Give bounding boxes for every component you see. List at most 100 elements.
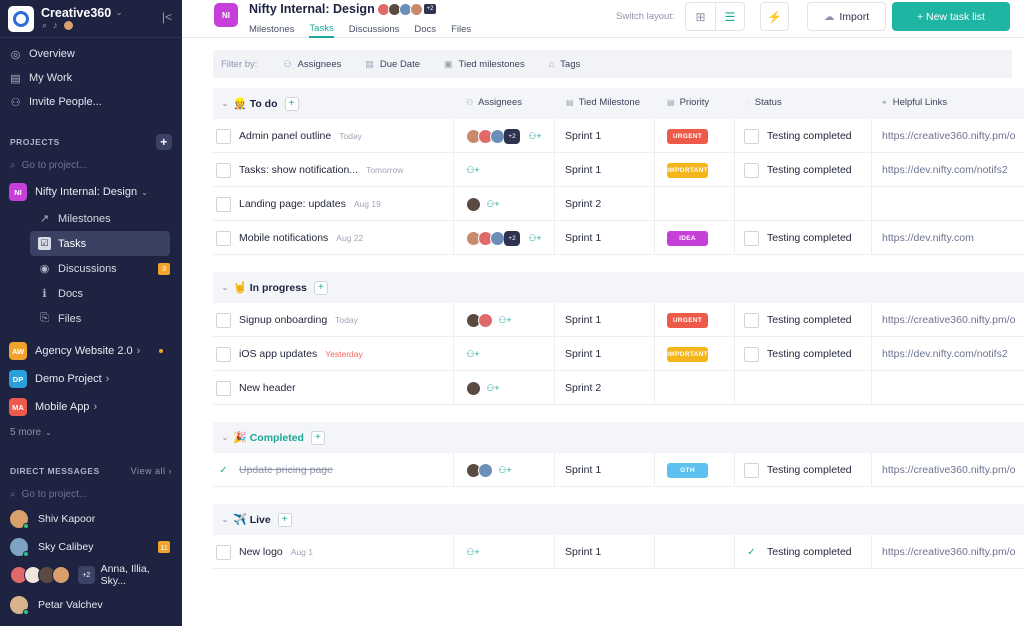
task-checkbox[interactable] — [216, 346, 231, 362]
avatar-more-count[interactable]: +2 — [504, 128, 520, 144]
sidebar-project-dp[interactable]: DP Demo Project › — [0, 365, 182, 393]
status-checkbox[interactable] — [744, 346, 759, 362]
avatar[interactable] — [490, 230, 505, 246]
new-task-list-button[interactable]: + New task list — [892, 2, 1010, 31]
add-assignee-icon[interactable]: ⚇+ — [498, 463, 512, 477]
current-project[interactable]: NI Nifty Internal: Design ⌄ — [0, 178, 182, 206]
column-header-milestone[interactable]: ▤ Tied Milestone — [566, 97, 640, 108]
task-name[interactable]: Admin panel outline — [239, 130, 331, 142]
more-projects-link[interactable]: 5 more ⌄ — [0, 421, 182, 443]
avatar-more-count[interactable]: +2 — [504, 230, 520, 246]
helpful-link[interactable]: https://dev.nifty.com — [882, 232, 974, 244]
automation-icon[interactable]: ⚡ — [760, 2, 789, 31]
task-row[interactable]: iOS app updates Yesterday ⚇+ Sprint 1 IMPORT… — [213, 337, 1024, 371]
task-checkbox[interactable] — [216, 312, 231, 328]
milestone-cell[interactable]: Sprint 1 — [565, 337, 601, 371]
add-assignee-icon[interactable]: ⚇+ — [528, 231, 542, 245]
status-checkbox[interactable] — [744, 462, 759, 478]
sidebar-item-overview[interactable]: ◎ Overview — [0, 42, 182, 66]
task-name[interactable]: Signup onboarding — [239, 314, 327, 326]
task-name[interactable]: New logo — [239, 546, 283, 558]
add-assignee-icon[interactable]: ⚇+ — [466, 163, 480, 177]
task-name[interactable]: Landing page: updates — [239, 198, 346, 210]
task-checkbox[interactable]: ✓ — [216, 462, 231, 478]
task-name[interactable]: Tasks: show notification... — [239, 164, 358, 176]
status-checkbox[interactable] — [744, 312, 759, 328]
add-task-button[interactable]: + — [284, 96, 299, 111]
milestone-cell[interactable]: Sprint 1 — [565, 221, 601, 255]
workspace-name[interactable]: Creative360 — [41, 6, 111, 20]
milestone-cell[interactable]: Sprint 1 — [565, 453, 601, 487]
grid-layout-icon[interactable]: ⊞ — [686, 3, 715, 30]
tab-files[interactable]: Files — [451, 20, 471, 38]
tab-tasks[interactable]: Tasks — [309, 20, 334, 38]
dm-view-all[interactable]: View all › — [131, 466, 172, 476]
filter-due-date[interactable]: ▤ Due Date — [365, 59, 420, 70]
sidebar-project-aw[interactable]: AW Agency Website 2.0 › — [0, 337, 182, 365]
sidebar-item-invite-people[interactable]: ⚇ Invite People... — [0, 90, 182, 114]
priority-cell[interactable]: IMPORTANT — [667, 153, 708, 187]
milestone-cell[interactable]: Sprint 1 — [565, 153, 601, 187]
sidebar-item-milestones[interactable]: ↗ Milestones — [0, 206, 182, 231]
chevron-down-icon[interactable]: ⌄ — [217, 515, 233, 524]
tab-discussions[interactable]: Discussions — [349, 20, 400, 38]
bell-icon[interactable]: ♪ — [53, 20, 58, 31]
task-row[interactable]: ✓ Update pricing page ⚇+ Sprint 1 GTH Testing… — [213, 453, 1024, 487]
project-members[interactable]: +2 — [377, 3, 437, 16]
dm-search[interactable]: ⌕ Go to project... — [0, 483, 182, 505]
priority-cell[interactable]: URGENT — [667, 303, 708, 337]
helpful-link[interactable]: https://dev.nifty.com/notifs2 — [882, 164, 1008, 176]
sidebar-item-files[interactable]: ⎘ Files — [0, 306, 182, 331]
task-row[interactable]: Signup onboarding Today ⚇+ Sprint 1 URGENT Te… — [213, 303, 1024, 337]
column-header-status[interactable]: ◌ Status — [745, 97, 782, 108]
task-name[interactable]: Update pricing page — [239, 464, 333, 476]
task-name[interactable]: Mobile notifications — [239, 232, 328, 244]
avatar[interactable] — [490, 128, 505, 144]
milestone-cell[interactable]: Sprint 1 — [565, 119, 601, 153]
add-task-button[interactable]: + — [277, 512, 292, 527]
collapse-sidebar-icon[interactable]: |< — [162, 10, 172, 24]
status-checkbox[interactable] — [744, 230, 759, 246]
helpful-link[interactable]: https://dev.nifty.com/notifs2 — [882, 348, 1008, 360]
filter-tied-milestones[interactable]: ▣ Tied milestones — [444, 59, 525, 70]
filter-assignees[interactable]: ⚇ Assignees — [283, 59, 341, 70]
add-task-button[interactable]: + — [313, 280, 328, 295]
sidebar-item-my-work[interactable]: ▤ My Work — [0, 66, 182, 90]
sidebar-project-ma[interactable]: MA Mobile App › — [0, 393, 182, 421]
task-checkbox[interactable] — [216, 196, 231, 212]
helpful-link[interactable]: https://creative360.nifty.pm/o — [882, 130, 1015, 142]
task-row[interactable]: Admin panel outline Today +2 ⚇+ Sprint 1 URGE… — [213, 119, 1024, 153]
task-row[interactable]: Tasks: show notification... Tomorrow ⚇+ Spr… — [213, 153, 1024, 187]
avatar[interactable] — [466, 196, 481, 212]
chevron-down-icon[interactable]: ⌄ — [217, 99, 233, 108]
priority-cell[interactable]: GTH — [667, 453, 708, 487]
helpful-link[interactable]: https://creative360.nifty.pm/o — [882, 314, 1015, 326]
priority-cell[interactable]: URGENT — [667, 119, 708, 153]
task-name[interactable]: New header — [239, 382, 296, 394]
task-checkbox[interactable] — [216, 380, 231, 396]
helpful-link[interactable]: https://creative360.nifty.pm/o — [882, 464, 1015, 476]
filter-tags[interactable]: ⌂ Tags — [549, 59, 581, 70]
milestone-cell[interactable]: Sprint 1 — [565, 535, 601, 569]
column-header-assignees[interactable]: ⚇ Assignees — [466, 97, 522, 108]
task-row[interactable]: New logo Aug 1 ⚇+ Sprint 1 ✓ Testing complete… — [213, 535, 1024, 569]
task-checkbox[interactable] — [216, 544, 231, 560]
avatar[interactable] — [63, 21, 73, 30]
dm-item[interactable]: Sky Calibey 11 — [0, 533, 182, 561]
add-task-button[interactable]: + — [310, 430, 325, 445]
add-assignee-icon[interactable]: ⚇+ — [466, 347, 480, 361]
task-checkbox[interactable] — [216, 230, 231, 246]
add-project-button[interactable]: + — [156, 134, 172, 150]
project-search[interactable]: ⌕ Go to project... — [0, 154, 182, 176]
workspace-logo[interactable] — [8, 5, 34, 32]
import-button[interactable]: ☁ Import — [807, 2, 886, 31]
chevron-down-icon[interactable]: ⌄ — [217, 283, 233, 292]
milestone-cell[interactable]: Sprint 1 — [565, 303, 601, 337]
priority-cell[interactable]: IMPORTANT — [667, 337, 708, 371]
task-row[interactable]: Landing page: updates Aug 19 ⚇+ Sprint 2 — [213, 187, 1024, 221]
add-assignee-icon[interactable]: ⚇+ — [486, 197, 500, 211]
milestone-cell[interactable]: Sprint 2 — [565, 187, 601, 221]
task-name[interactable]: iOS app updates — [239, 348, 317, 360]
status-checkbox[interactable] — [744, 162, 759, 178]
status-checkbox[interactable]: ✓ — [744, 544, 759, 560]
